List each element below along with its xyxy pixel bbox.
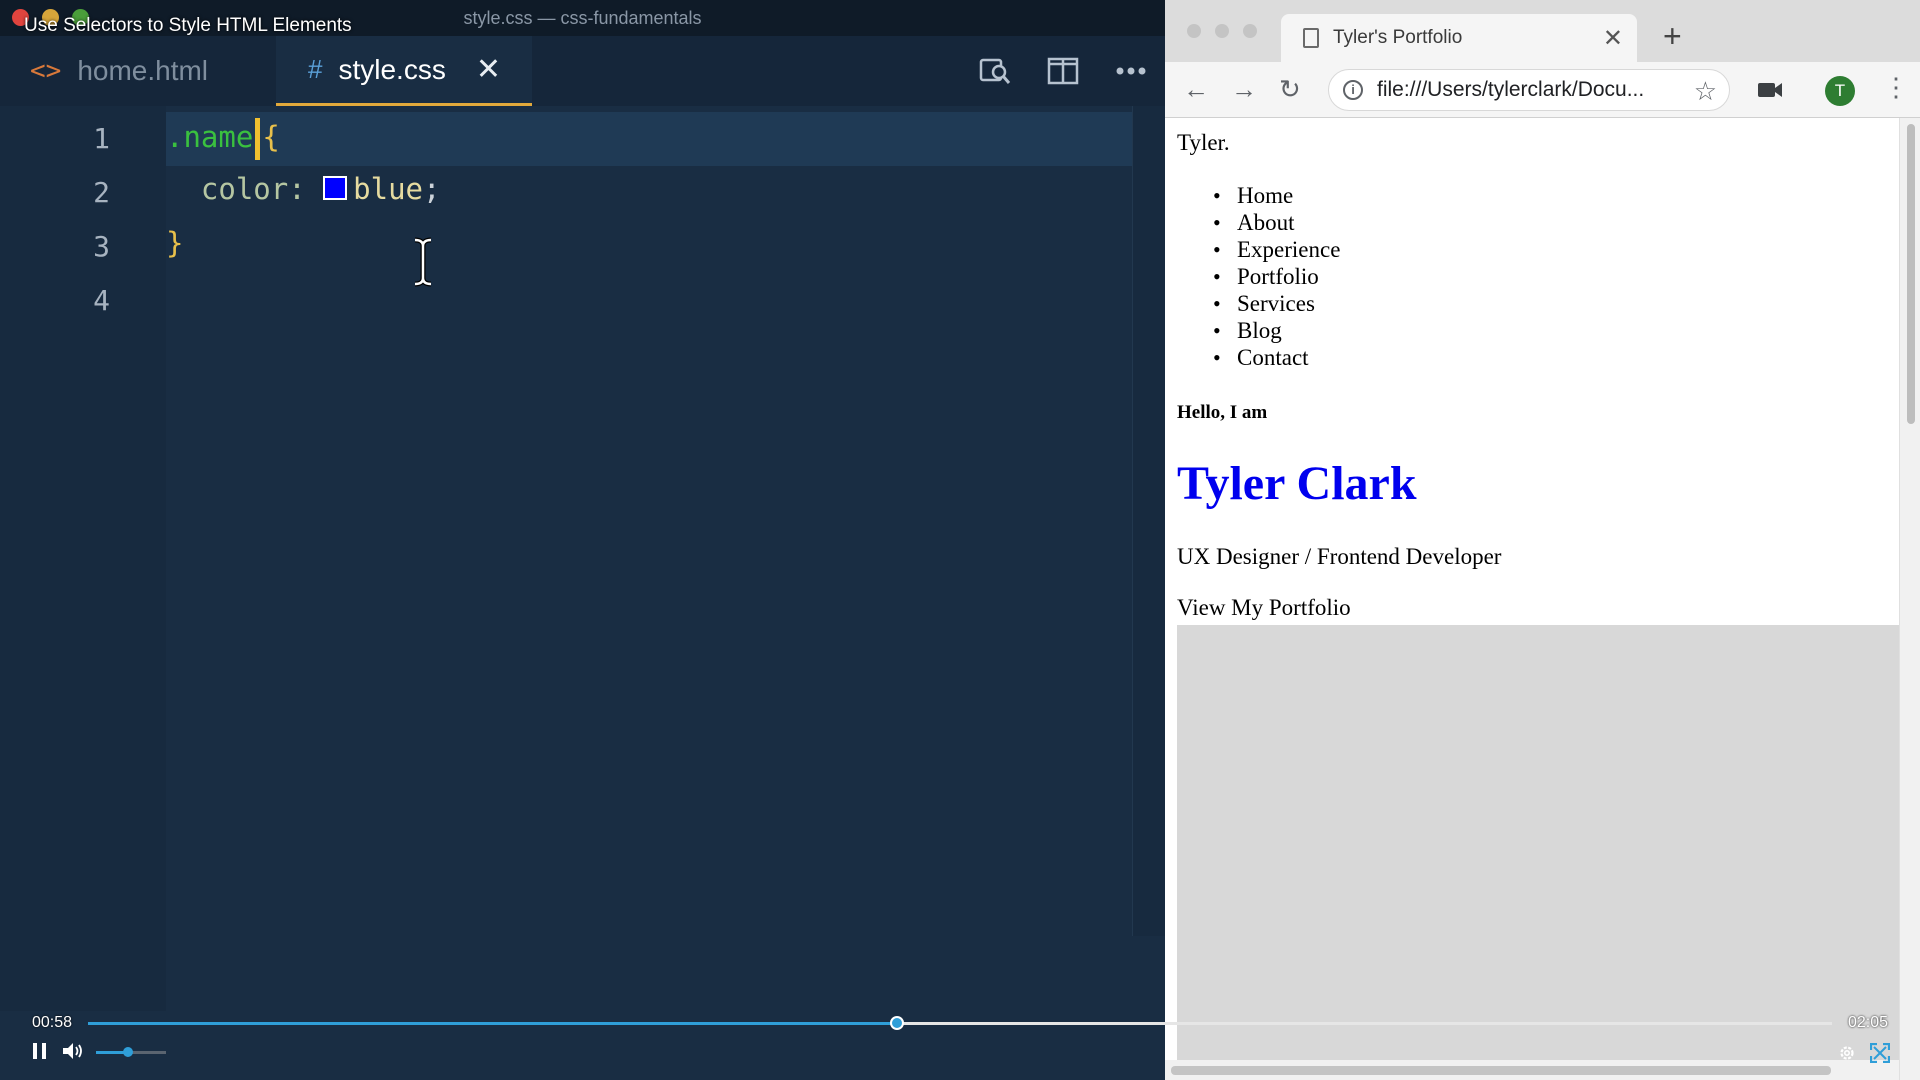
line-number-gutter: 1 2 3 4 <box>0 106 166 1011</box>
editor-minimap[interactable] <box>1132 106 1165 936</box>
site-logo[interactable]: Tyler. <box>1177 130 1230 156</box>
line-number: 2 <box>93 176 110 209</box>
editor-actions <box>961 36 1165 106</box>
hash-css-icon: # <box>308 54 323 84</box>
info-icon[interactable]: i <box>1343 80 1363 100</box>
video-player-controls: 00:58 02:05 <box>0 1000 1920 1080</box>
css-value: blue <box>353 172 423 206</box>
browser-window: Tyler's Portfolio ✕ + ← → ↻ i file:///Us… <box>1165 0 1920 1080</box>
browser-toolbar: ← → ↻ i file:///Users/tylerclark/Docu...… <box>1165 62 1920 118</box>
tab-style-css[interactable]: # style.css ✕ <box>276 36 532 106</box>
code-line-3: } <box>166 226 183 260</box>
more-dots-icon <box>1116 67 1146 75</box>
camera-icon[interactable] <box>1757 80 1783 100</box>
profile-avatar[interactable]: T <box>1825 76 1855 106</box>
ibeam-cursor-icon <box>414 237 432 287</box>
bookmark-star-icon[interactable]: ☆ <box>1694 76 1717 107</box>
browser-tab-strip: Tyler's Portfolio ✕ + <box>1165 0 1920 62</box>
html-file-icon: <> <box>30 56 62 86</box>
line-number: 3 <box>93 230 110 263</box>
split-editor-icon <box>1047 57 1079 85</box>
vertical-scrollbar[interactable] <box>1899 118 1920 1080</box>
tab-home-html[interactable]: <> home.html <box>30 36 208 106</box>
site-nav-list: Home About Experience Portfolio Services… <box>1177 182 1340 371</box>
url-text: file:///Users/tylerclark/Docu... <box>1377 78 1645 101</box>
forward-arrow-icon[interactable]: → <box>1231 74 1257 105</box>
video-title: Use Selectors to Style HTML Elements <box>24 15 352 36</box>
volume-icon[interactable] <box>62 1042 84 1060</box>
nav-item-blog[interactable]: Blog <box>1177 317 1340 344</box>
browser-minimize-button[interactable] <box>1215 24 1229 38</box>
new-tab-icon[interactable]: + <box>1663 18 1682 55</box>
settings-gear-icon[interactable] <box>1838 1044 1856 1062</box>
vertical-scroll-thumb[interactable] <box>1907 124 1915 424</box>
text-cursor <box>255 118 261 160</box>
seek-bar[interactable] <box>88 1016 1832 1030</box>
address-bar[interactable]: i file:///Users/tylerclark/Docu... ☆ <box>1328 69 1730 111</box>
nav-item-about[interactable]: About <box>1177 209 1340 236</box>
nav-item-home[interactable]: Home <box>1177 182 1340 209</box>
css-selector: .name <box>166 120 254 154</box>
code-text-area[interactable]: .name{ color: blue; } <box>166 106 1132 936</box>
close-brace: } <box>166 226 184 260</box>
open-brace: { <box>262 120 280 154</box>
nav-item-portfolio[interactable]: Portfolio <box>1177 263 1340 290</box>
color-swatch[interactable] <box>323 176 348 200</box>
preview-search-icon <box>979 58 1011 84</box>
semicolon: ; <box>423 172 441 206</box>
browser-tab[interactable]: Tyler's Portfolio ✕ <box>1281 14 1637 62</box>
browser-zoom-button[interactable] <box>1243 24 1257 38</box>
more-actions-button[interactable] <box>1097 36 1165 106</box>
volume-handle[interactable] <box>122 1047 133 1057</box>
current-line-highlight <box>166 112 1132 166</box>
line-number: 1 <box>93 122 110 155</box>
total-duration: 02:05 <box>1848 1014 1889 1031</box>
volume-slider[interactable] <box>96 1047 166 1057</box>
css-property: color: <box>200 172 306 206</box>
seek-progress-fill <box>88 1022 898 1025</box>
nav-item-contact[interactable]: Contact <box>1177 344 1340 371</box>
close-tab-icon[interactable]: ✕ <box>1603 24 1623 53</box>
page-icon <box>1303 28 1319 48</box>
tab-label: home.html <box>77 55 209 86</box>
nav-item-services[interactable]: Services <box>1177 290 1340 317</box>
seek-handle[interactable] <box>890 1016 905 1030</box>
line-number: 4 <box>93 284 110 317</box>
pause-icon[interactable] <box>32 1042 48 1060</box>
page-viewport: Tyler. Home About Experience Portfolio S… <box>1165 118 1899 1080</box>
code-line-2: color: blue; <box>166 172 441 206</box>
fullscreen-icon[interactable] <box>1870 1043 1890 1063</box>
intro-greeting: Hello, I am <box>1177 402 1268 423</box>
current-time: 00:58 <box>32 1014 73 1031</box>
browser-tab-title: Tyler's Portfolio <box>1333 27 1463 48</box>
back-arrow-icon[interactable]: ← <box>1183 74 1209 105</box>
nav-item-experience[interactable]: Experience <box>1177 236 1340 263</box>
browser-menu-icon[interactable]: ⋮ <box>1883 72 1909 103</box>
code-editor: style.css — css-fundamentals Use Selecto… <box>0 0 1165 1080</box>
view-portfolio-link[interactable]: View My Portfolio <box>1177 595 1351 621</box>
open-preview-button[interactable] <box>961 36 1029 106</box>
close-tab-icon[interactable]: ✕ <box>476 52 501 87</box>
code-line-1: .name{ <box>166 118 280 160</box>
split-editor-button[interactable] <box>1029 36 1097 106</box>
tab-label: style.css <box>338 53 446 85</box>
hero-name-heading: Tyler Clark <box>1177 457 1417 510</box>
browser-close-button[interactable] <box>1187 24 1201 38</box>
reload-icon[interactable]: ↻ <box>1279 74 1301 105</box>
hero-role-text: UX Designer / Frontend Developer <box>1177 544 1502 569</box>
